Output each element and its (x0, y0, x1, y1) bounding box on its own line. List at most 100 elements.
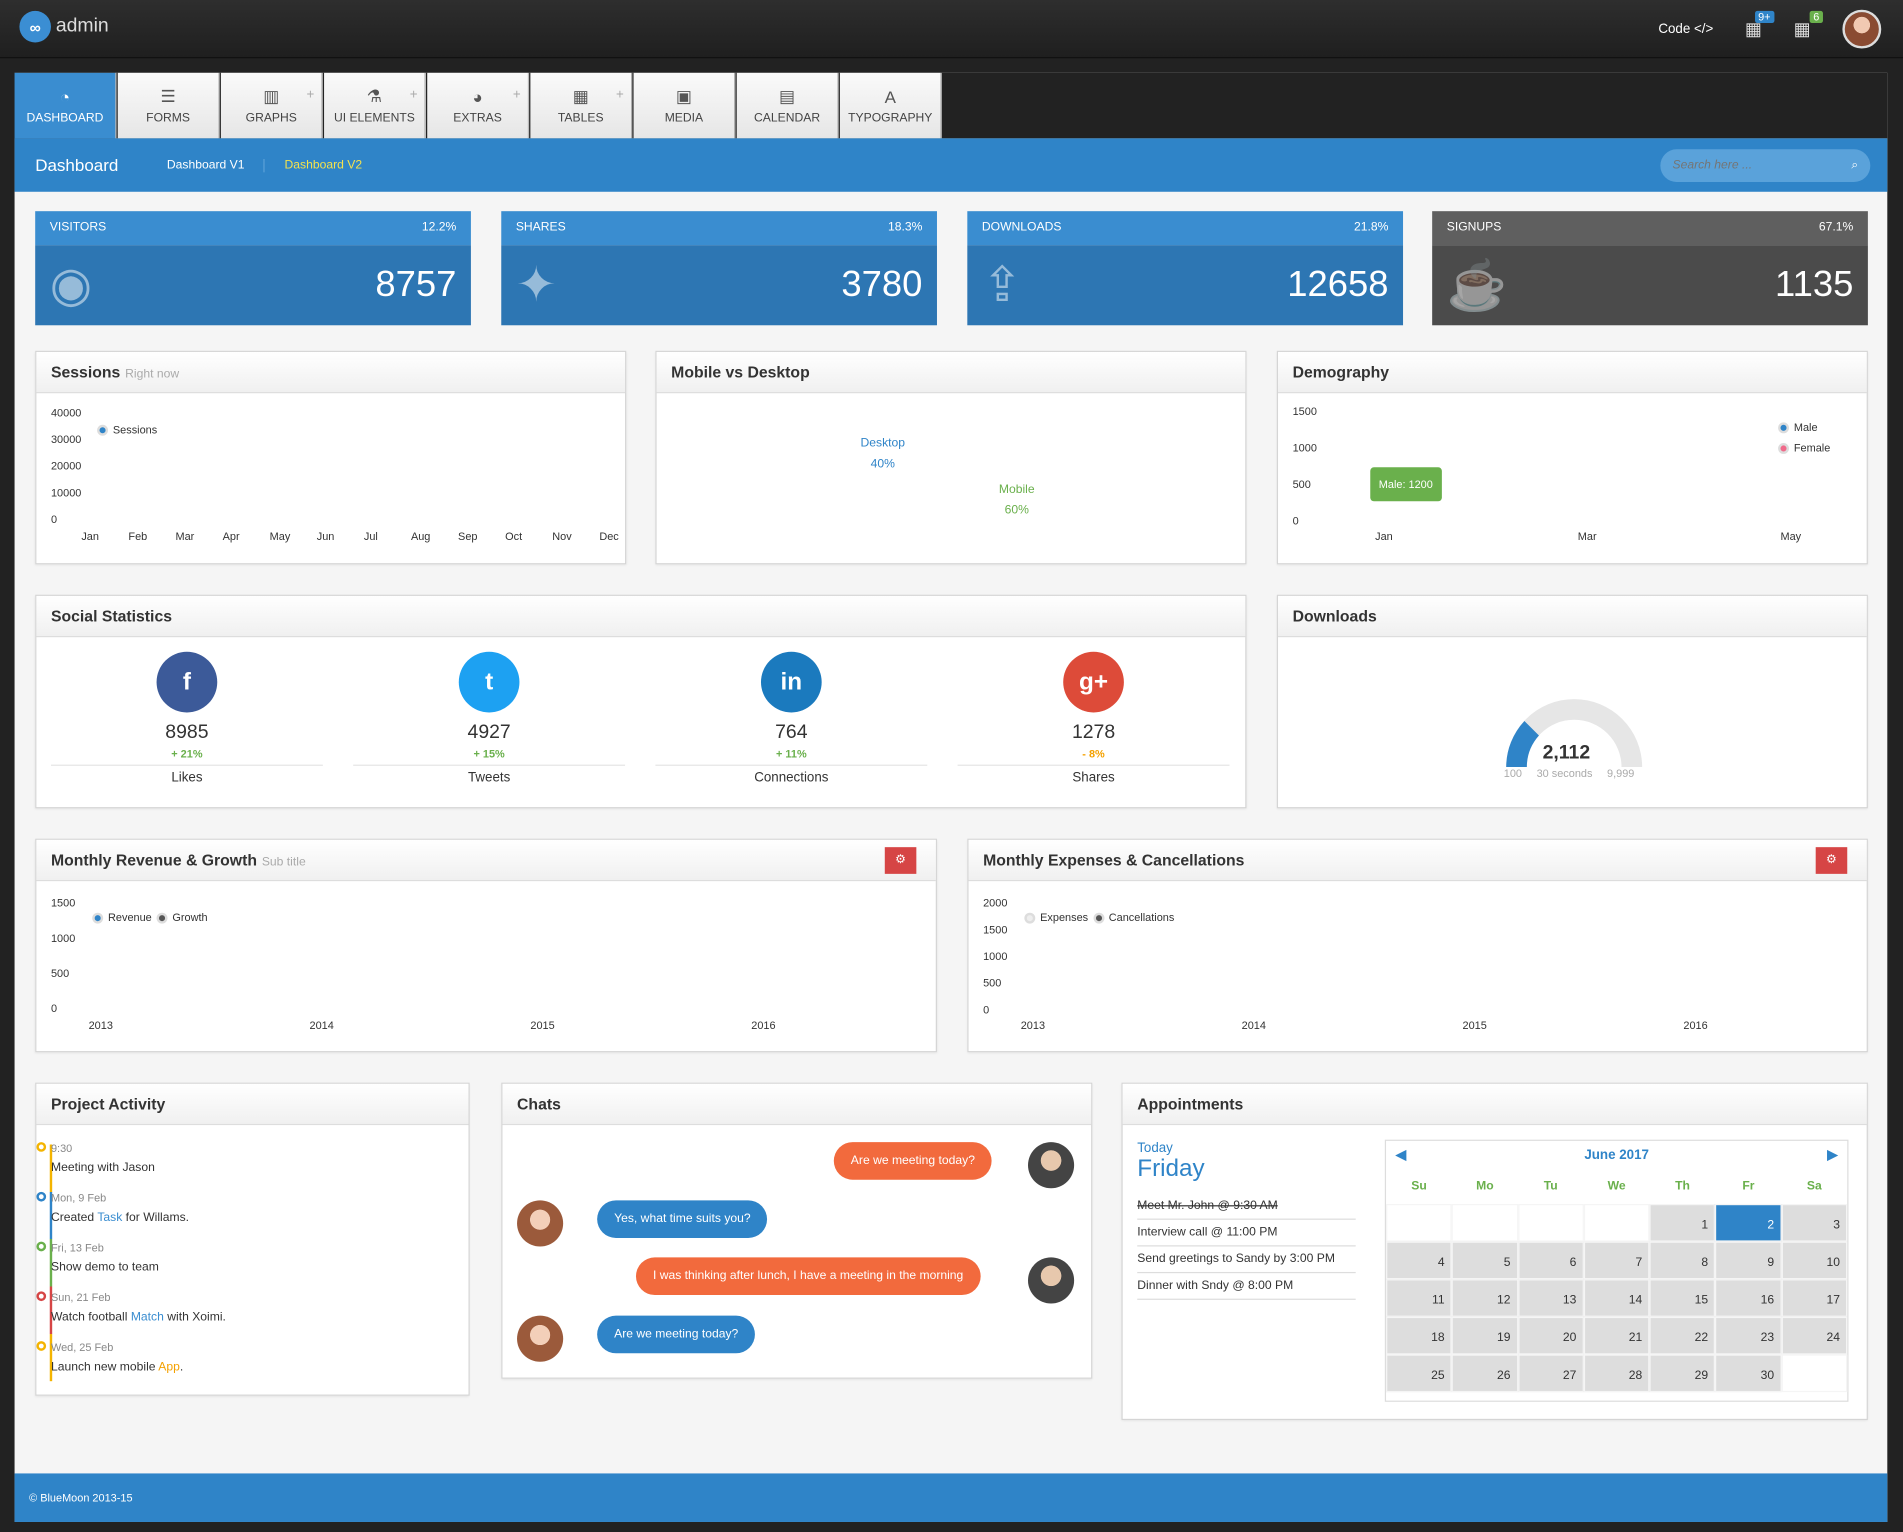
tab-tables[interactable]: ▦ TABLES + (530, 72, 633, 139)
calendar-day[interactable]: 13 (1517, 1279, 1584, 1317)
woman-avatar (517, 1200, 564, 1247)
calendar-day[interactable]: 21 (1583, 1316, 1650, 1355)
panel-subtitle: Sub title (261, 855, 306, 870)
social-statistics-panel: Social Statistics f 8985 + 21% Likes t 4927 +… (35, 594, 1247, 809)
calendar-day[interactable]: 23 (1715, 1316, 1782, 1355)
calendar-day[interactable]: 5 (1451, 1241, 1518, 1280)
revenue-legend: Revenue Growth (92, 911, 208, 924)
dashboard-icon: ◔ (59, 86, 71, 107)
calendar-day[interactable]: 18 (1386, 1316, 1452, 1355)
settings-button[interactable]: ⚙ (1815, 847, 1848, 874)
calendar-icon: ▤ (779, 86, 796, 106)
calendar-icon[interactable]: ▦ 6 (1794, 10, 1823, 40)
tab-label: DASHBOARD (26, 111, 104, 125)
y-tick-label: 20000 (50, 459, 82, 473)
calendar-day[interactable]: 28 (1583, 1354, 1650, 1393)
calendar-day[interactable]: 11 (1386, 1279, 1452, 1317)
appointment-item[interactable]: Send greetings to Sandy by 3:00 PM (1137, 1246, 1356, 1274)
code-link[interactable]: Code </> (1658, 22, 1713, 37)
dashboard-v1-link[interactable]: Dashboard V1 (147, 158, 266, 172)
calendar-day[interactable]: 8 (1649, 1241, 1716, 1280)
calendar-day[interactable]: 27 (1517, 1354, 1584, 1393)
search-input[interactable] (1660, 149, 1871, 183)
calendar-day[interactable]: 7 (1583, 1241, 1650, 1280)
weekday-label: Su (1411, 1179, 1427, 1194)
timeline-dot (36, 1341, 47, 1351)
activity-text: Watch football Match with Xoimi. (50, 1310, 226, 1325)
tab-typography[interactable]: A TYPOGRAPHY (839, 72, 942, 139)
downloads-panel: Downloads 2,112 100 30 seconds 9,999 (1276, 594, 1868, 809)
tab-extras[interactable]: ◕ EXTRAS + (427, 72, 530, 139)
calendar-day[interactable]: 3 (1781, 1203, 1848, 1242)
calendar-day[interactable]: 29 (1649, 1354, 1716, 1393)
x-tick-label: 2015 (1462, 1019, 1487, 1032)
tab-ui-elements[interactable]: ⚗ UI ELEMENTS + (324, 72, 427, 139)
weekday-label: Tu (1543, 1179, 1558, 1194)
calendar-day[interactable]: 22 (1649, 1316, 1716, 1355)
plus-icon[interactable]: + (616, 87, 624, 102)
day-label: Friday (1137, 1155, 1205, 1183)
dashboard-v2-link[interactable]: Dashboard V2 (265, 158, 381, 171)
x-tick-label: Mar (1577, 530, 1597, 543)
x-tick-label: Nov (552, 530, 572, 543)
calendar-day[interactable]: 1 (1649, 1203, 1716, 1242)
search-icon[interactable]: ⌕ (1851, 159, 1858, 172)
plus-icon[interactable]: + (410, 87, 418, 102)
y-tick-label: 500 (1292, 478, 1311, 491)
calendar-day[interactable]: 25 (1386, 1354, 1452, 1393)
calendar-day[interactable]: 2 (1715, 1203, 1782, 1242)
next-month-icon[interactable]: ▶ (1827, 1141, 1837, 1170)
x-tick-label: 2015 (530, 1019, 555, 1032)
calendar-empty (1517, 1203, 1584, 1242)
expenses-panel: Monthly Expenses & Cancellations ⚙ 2000 1… (967, 838, 1868, 1053)
bar-chart-icon: ▥ (263, 86, 280, 106)
appointment-item[interactable]: Meet Mr. John @ 9:30 AM (1137, 1193, 1356, 1220)
weekday-label: Th (1675, 1179, 1690, 1194)
calendar-day[interactable]: 10 (1781, 1241, 1848, 1280)
tab-forms[interactable]: ☰ FORMS (117, 72, 220, 139)
plus-icon[interactable]: + (307, 87, 315, 102)
brand[interactable]: ∞ admin (19, 10, 109, 43)
settings-button[interactable]: ⚙ (884, 847, 917, 874)
calendar-day[interactable]: 12 (1451, 1279, 1518, 1317)
gauge-scale: 100 30 seconds 9,999 (1503, 767, 1635, 780)
calendar-day[interactable]: 20 (1517, 1316, 1584, 1355)
weekday-label: Sa (1806, 1179, 1822, 1194)
appointment-item[interactable]: Interview call @ 11:00 PM (1137, 1220, 1356, 1247)
calendar-day[interactable]: 6 (1517, 1241, 1584, 1280)
activity-link[interactable]: Task (97, 1211, 122, 1224)
calendar-day[interactable]: 26 (1451, 1354, 1518, 1393)
weekday-label: Mo (1476, 1179, 1494, 1194)
revenue-panel: Monthly Revenue & Growth Sub title ⚙ 1500… (35, 838, 937, 1053)
prev-month-icon[interactable]: ◀ (1396, 1141, 1406, 1170)
calendar-day[interactable]: 30 (1715, 1354, 1782, 1393)
x-tick-label: Apr (222, 530, 240, 543)
tab-dashboard[interactable]: ◔ DASHBOARD (14, 72, 117, 139)
avatar[interactable] (1842, 9, 1882, 49)
timeline-dot (36, 1191, 47, 1202)
plus-icon[interactable]: + (513, 87, 521, 102)
tab-calendar[interactable]: ▤ CALENDAR (736, 72, 839, 139)
activity-link[interactable]: Match (131, 1311, 164, 1324)
panel-title: Mobile vs Desktop (656, 351, 1246, 394)
tab-media[interactable]: ▣ MEDIA (633, 72, 736, 139)
appointment-item[interactable]: Dinner with Sndy @ 8:00 PM (1137, 1273, 1356, 1300)
x-tick-label: Sep (458, 530, 478, 543)
x-tick-label: 2016 (751, 1019, 776, 1032)
y-tick-label: 0 (50, 513, 58, 526)
calendar-day[interactable]: 24 (1781, 1316, 1848, 1355)
calendar-day[interactable]: 17 (1781, 1279, 1848, 1317)
calendar-day[interactable]: 19 (1451, 1316, 1518, 1355)
calendar-day[interactable]: 14 (1583, 1279, 1650, 1317)
calendar-day[interactable]: 4 (1386, 1241, 1452, 1280)
calendar-day[interactable]: 9 (1715, 1241, 1782, 1280)
x-tick-label: 2014 (309, 1019, 334, 1032)
calendar-day[interactable]: 16 (1715, 1279, 1782, 1317)
tab-graphs[interactable]: ▥ GRAPHS + (220, 72, 323, 139)
film-icon[interactable]: ▦ 9+ (1745, 10, 1775, 40)
globe-icon: ◉ (49, 258, 93, 312)
desktop-label: Desktop 40% (860, 436, 906, 471)
activity-link[interactable]: App (158, 1361, 180, 1374)
twitter-stat: t 4927 + 15% Tweets (353, 651, 626, 785)
calendar-day[interactable]: 15 (1649, 1279, 1716, 1317)
